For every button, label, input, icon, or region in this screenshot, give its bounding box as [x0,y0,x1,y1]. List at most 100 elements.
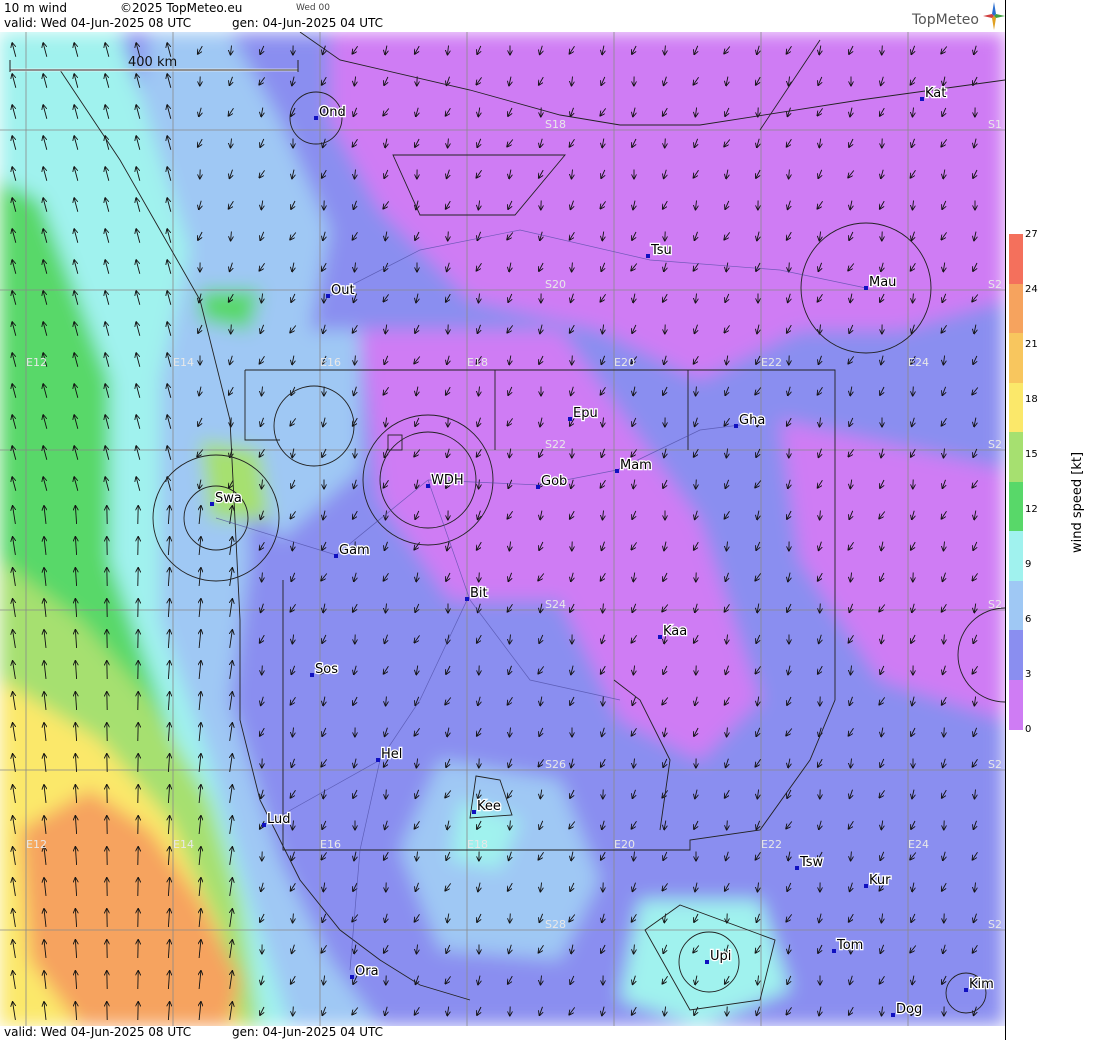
place-label: Tom [836,938,863,953]
wind-arrow [510,913,511,923]
grid-label: S28 [545,918,566,931]
header-bar: 10 m wind ©2025 TopMeteo.eu Wed 00 valid… [0,0,1005,32]
copyright: ©2025 TopMeteo.eu [120,1,243,15]
scale-label: 400 km [128,55,177,70]
wind-map[interactable]: Ond Kat Tsu Mau Out Epu Gha Mam Gob WDH Swa Gam Bit K… [0,32,1005,1026]
colorbar-title: wind speed [kt] [1070,451,1085,553]
place-label: Dog [896,1002,922,1017]
place-label: Epu [573,406,598,421]
grid-label: E24 [908,356,929,369]
footer-bar: valid: Wed 04-Jun-2025 08 UTC gen: 04-Ju… [0,1025,1005,1040]
place-dot [795,866,799,870]
wind-arrow [665,138,666,148]
place-dot [376,758,380,762]
grid-label: E16 [320,838,341,851]
colorbar-tick-label: 0 [1025,724,1032,735]
colorbar-segment [1009,432,1023,482]
place-gob: Gob [536,473,569,490]
place-dog: Dog [891,1001,923,1018]
place-label: Ond [319,105,346,120]
product-title: 10 m wind [4,1,67,15]
place-sos: Sos [310,661,339,678]
grid-label: E16 [320,356,341,369]
colorbar-segment [1009,630,1023,680]
place-dot [536,485,540,489]
grid-label: S2 [988,758,1002,771]
grid-label: E20 [614,356,635,369]
place-mam: Mam [615,457,653,474]
wind-arrow [944,727,945,737]
wind-speed-field [0,32,1005,1026]
colorbar-segment [1009,679,1023,730]
grid-label: S2 [988,918,1002,931]
place-dot [920,97,924,101]
gen-time: gen: 04-Jun-2025 04 UTC [232,16,384,30]
place-kaa: Kaa [658,623,688,640]
place-dot [864,286,868,290]
colorbar-segment [1009,234,1023,284]
place-label: Ora [355,964,379,979]
wind-arrow [789,262,790,272]
place-label: Swa [215,491,242,506]
colorbar-segment [1009,382,1023,433]
colorbar-tick-label: 9 [1025,559,1032,570]
place-kee: Kee [472,798,502,815]
place-label: Bit [470,586,488,601]
place-gha: Gha [734,412,767,429]
grid-label: E12 [26,838,47,851]
place-dot [734,424,738,428]
place-ond: Ond [314,104,347,121]
grid-label: S2 [988,598,1002,611]
place-dot [472,810,476,814]
grid-label: S24 [545,598,566,611]
grid-label: E24 [908,838,929,851]
place-swa: Swa [210,490,243,507]
colorbar-segment [1009,283,1023,334]
wind-arrow [293,1006,294,1016]
place-dot [568,417,572,421]
place-dot [262,823,266,827]
place-label: Gha [739,413,765,428]
wind-arrow [882,45,883,55]
place-label: Lud [267,812,291,827]
place-label: Out [331,283,355,298]
grid-label: E18 [467,356,488,369]
place-dot [426,484,430,488]
footer-valid: valid: Wed 04-Jun-2025 08 UTC [4,1025,192,1039]
footer-gen: gen: 04-Jun-2025 04 UTC [232,1025,384,1039]
time-short: Wed 00 [296,3,330,13]
wind-arrow [913,386,914,396]
place-label: Tsw [799,855,824,870]
place-label: Upi [710,949,731,964]
wind-arrow [572,355,573,365]
place-label: Gob [541,474,567,489]
colorbar-segment [1009,333,1023,383]
place-wdh: WDH [426,472,465,489]
colorbar [1009,234,1023,730]
grid-label: S18 [545,118,566,131]
colorbar-tick-label: 15 [1025,449,1038,460]
grid-label: S22 [545,438,566,451]
place-out: Out [326,282,356,299]
place-dot [964,988,968,992]
place-dot [658,635,662,639]
colorbar-tick-label: 6 [1025,614,1032,625]
place-label: Mam [620,458,652,473]
compass-logo-icon [983,2,1005,30]
place-dot [705,960,709,964]
valid-time: valid: Wed 04-Jun-2025 08 UTC [4,16,192,30]
place-kur: Kur [864,872,892,889]
colorbar-tick-label: 12 [1025,504,1038,515]
wind-arrow [603,696,604,706]
place-label: Kaa [663,624,687,639]
place-dot [314,116,318,120]
place-dot [310,673,314,677]
wind-arrow [386,789,387,799]
grid-label: E20 [614,838,635,851]
place-label: Tsu [650,243,672,258]
place-dot [646,254,650,258]
place-epu: Epu [568,405,599,422]
place-dot [465,597,469,601]
wind-arrow [262,665,263,675]
place-label: Kur [869,873,891,888]
